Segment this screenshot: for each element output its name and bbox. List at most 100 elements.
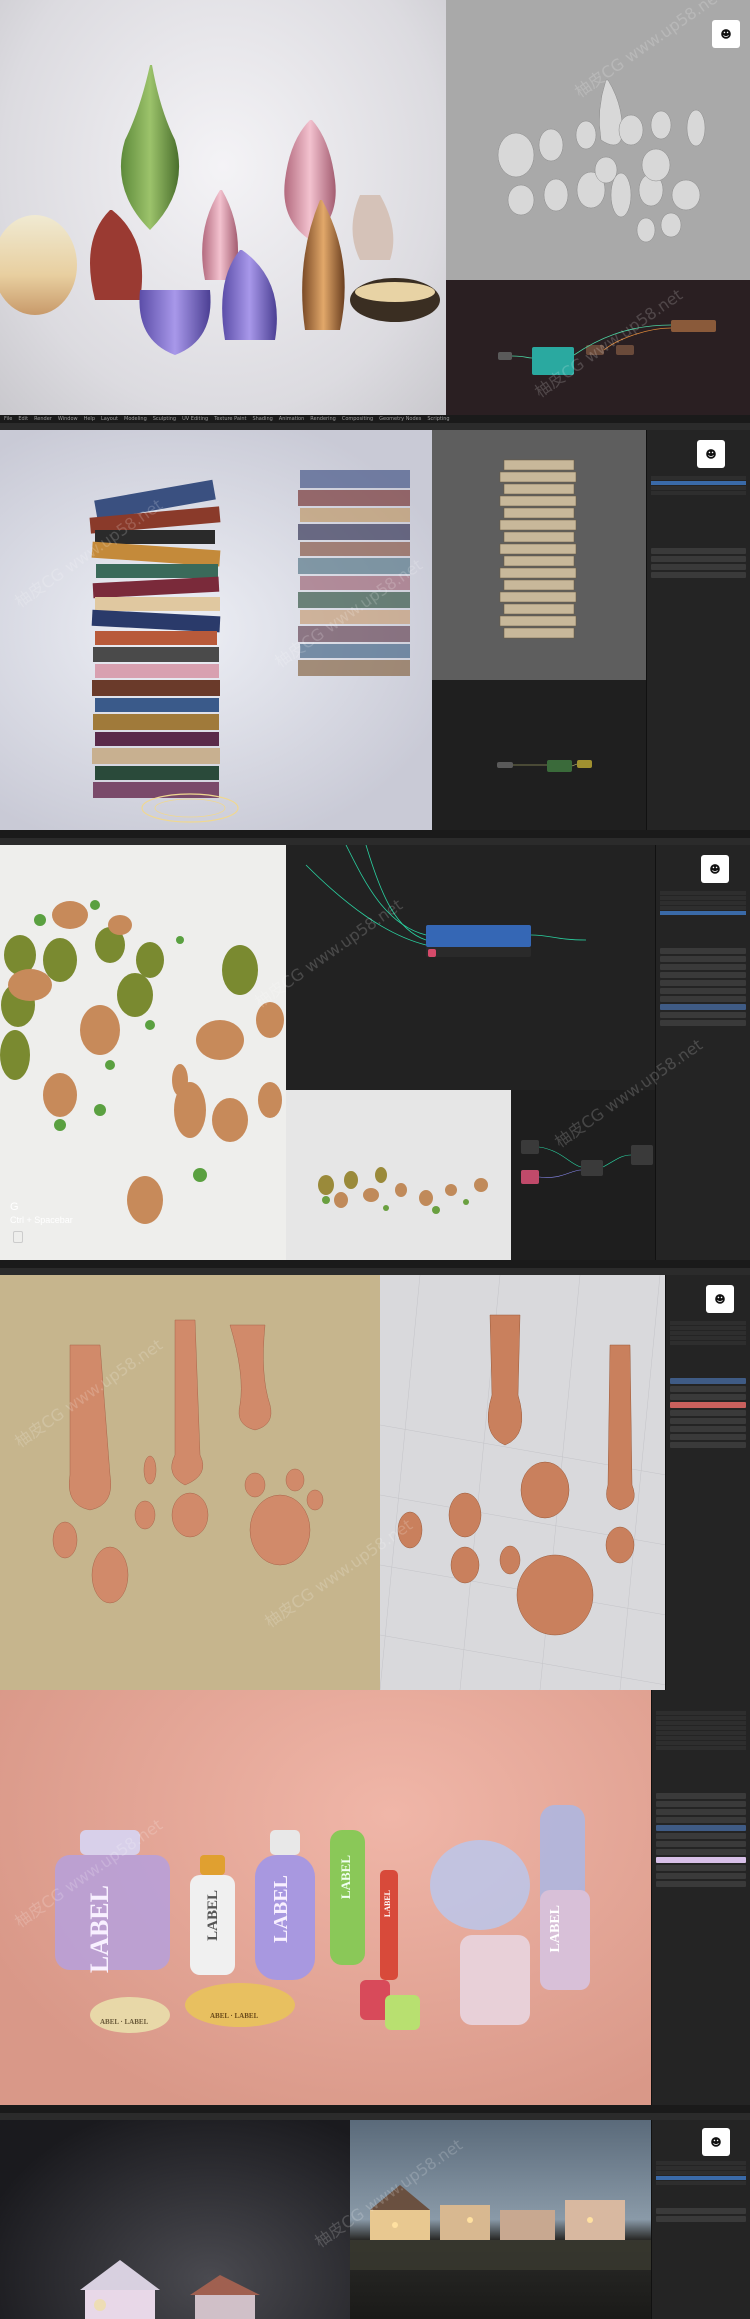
menu-render[interactable]: Render (34, 416, 52, 422)
property-field[interactable] (670, 1386, 746, 1392)
node-editor-vases[interactable] (446, 280, 750, 415)
property-field[interactable] (660, 980, 746, 986)
tab-sculpting[interactable]: Sculpting (153, 416, 176, 422)
property-field[interactable] (656, 1801, 746, 1807)
tab-compositing[interactable]: Compositing (342, 416, 373, 422)
outliner-row[interactable] (670, 1326, 746, 1330)
property-field[interactable] (670, 1434, 746, 1440)
outliner-row[interactable] (660, 901, 746, 905)
outliner-row[interactable] (651, 476, 746, 480)
property-field[interactable] (651, 572, 746, 578)
property-field-active[interactable] (660, 1004, 746, 1010)
solid-viewport-books[interactable] (432, 430, 647, 680)
property-field[interactable] (656, 1849, 746, 1855)
outliner-row[interactable] (670, 1331, 746, 1335)
outliner-row[interactable] (656, 1731, 746, 1735)
outliner-row[interactable] (656, 1741, 746, 1745)
property-field[interactable] (656, 1833, 746, 1839)
property-field[interactable] (651, 548, 746, 554)
outliner-row[interactable] (660, 896, 746, 900)
jar-left (90, 1997, 170, 2033)
property-field[interactable] (670, 1442, 746, 1448)
outliner-row[interactable] (660, 891, 746, 895)
outliner-row[interactable] (656, 2181, 746, 2185)
property-field[interactable] (656, 1809, 746, 1815)
tab-rendering[interactable]: Rendering (310, 416, 336, 422)
property-field[interactable] (660, 988, 746, 994)
property-field[interactable] (656, 2216, 746, 2222)
tab-texture-paint[interactable]: Texture Paint (214, 416, 246, 422)
label-purple-bottle: LABEL (270, 1875, 292, 1943)
tab-geometry-nodes[interactable]: Geometry Nodes (379, 416, 421, 422)
outliner-row[interactable] (651, 486, 746, 490)
outliner-row[interactable] (656, 1721, 746, 1725)
property-field[interactable] (656, 1881, 746, 1887)
property-field[interactable] (670, 1394, 746, 1400)
property-field[interactable] (656, 1873, 746, 1879)
tab-animation[interactable]: Animation (279, 416, 305, 422)
outliner-row[interactable] (651, 491, 746, 495)
outliner-row[interactable] (656, 1711, 746, 1715)
render-viewport-rocks[interactable]: G Ctrl + Spacebar (0, 845, 286, 1260)
solid-viewport-rocks[interactable] (286, 1090, 511, 1260)
outliner-row[interactable] (651, 481, 746, 485)
outliner-row[interactable] (660, 911, 746, 915)
property-field[interactable] (656, 1865, 746, 1871)
node-editor-rocks[interactable] (286, 845, 656, 1090)
tab-scripting[interactable]: Scripting (427, 416, 449, 422)
tab-shading[interactable]: Shading (252, 416, 272, 422)
property-field[interactable] (660, 996, 746, 1002)
property-field[interactable] (670, 1418, 746, 1424)
panel-terracotta: ☻ (0, 1260, 750, 1690)
solid-viewport-vases[interactable]: ☻ (446, 0, 750, 280)
outliner-row[interactable] (656, 1716, 746, 1720)
outliner-row[interactable] (670, 1321, 746, 1325)
menu-help[interactable]: Help (84, 416, 95, 422)
transform-gizmo[interactable] (141, 793, 239, 823)
render-viewport-houses-left[interactable] (0, 2120, 350, 2319)
tab-modeling[interactable]: Modeling (124, 416, 147, 422)
color-field[interactable] (670, 1402, 746, 1408)
tab-uv-editing[interactable]: UV Editing (182, 416, 208, 422)
property-field-active[interactable] (670, 1378, 746, 1384)
outliner-row[interactable] (656, 2166, 746, 2170)
render-viewport-vases[interactable] (0, 0, 446, 415)
render-viewport-terracotta[interactable] (0, 1275, 380, 1690)
property-field[interactable] (660, 956, 746, 962)
menu-file[interactable]: File (4, 416, 12, 422)
render-viewport-bottles[interactable]: LABEL LABEL LABEL LABEL LABEL LABEL ABEL… (0, 1690, 652, 2105)
outliner-row[interactable] (656, 2171, 746, 2175)
outliner-row[interactable] (660, 906, 746, 910)
property-field[interactable] (670, 1410, 746, 1416)
tab-layout[interactable]: Layout (101, 416, 118, 422)
outliner-row[interactable] (670, 1336, 746, 1340)
property-field[interactable] (656, 2208, 746, 2214)
node-editor-rocks-2[interactable] (511, 1090, 656, 1260)
outliner-row[interactable] (656, 1736, 746, 1740)
property-field[interactable] (651, 564, 746, 570)
outliner-row[interactable] (656, 1726, 746, 1730)
property-field[interactable] (656, 1841, 746, 1847)
property-field[interactable] (656, 1817, 746, 1823)
property-field[interactable] (670, 1426, 746, 1432)
property-field[interactable] (660, 948, 746, 954)
property-field-active[interactable] (656, 1825, 746, 1831)
color-field[interactable] (656, 1857, 746, 1863)
label-white-bottle: LABEL (205, 1890, 221, 1941)
render-viewport-books[interactable] (0, 430, 432, 830)
menu-window[interactable]: Window (58, 416, 78, 422)
node-editor-books[interactable] (432, 680, 647, 830)
property-field[interactable] (660, 1020, 746, 1026)
property-field[interactable] (660, 964, 746, 970)
outliner-row[interactable] (656, 2176, 746, 2180)
render-viewport-houses-right[interactable] (350, 2120, 652, 2319)
outliner-row[interactable] (656, 1746, 746, 1750)
property-field[interactable] (660, 972, 746, 978)
property-field[interactable] (660, 1012, 746, 1018)
property-field[interactable] (656, 1793, 746, 1799)
menu-edit[interactable]: Edit (18, 416, 28, 422)
solid-viewport-terracotta[interactable] (380, 1275, 666, 1690)
outliner-row[interactable] (670, 1341, 746, 1345)
outliner-row[interactable] (656, 2161, 746, 2165)
property-field[interactable] (651, 556, 746, 562)
